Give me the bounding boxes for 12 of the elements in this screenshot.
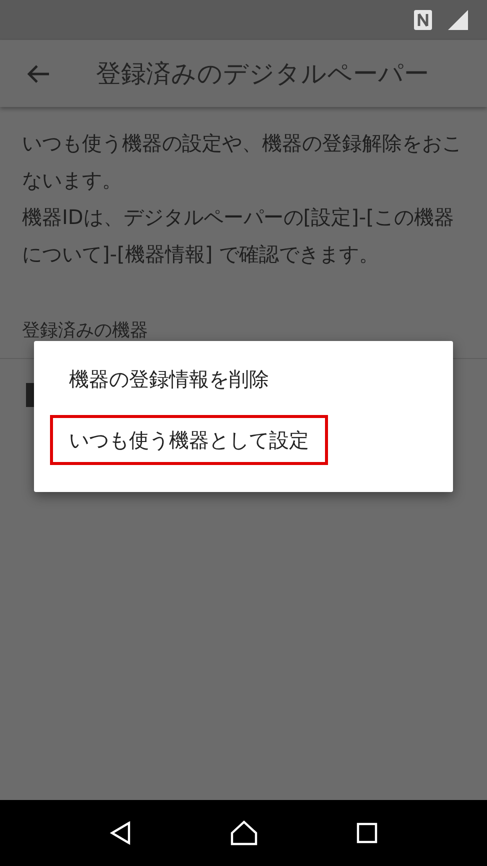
back-arrow-icon[interactable] bbox=[26, 64, 50, 84]
menu-item[interactable]: いつも使う機器として設定 bbox=[50, 415, 328, 465]
menu-item[interactable]: 機器の登録情報を削除 bbox=[50, 354, 288, 404]
section-header: 登録済みの機器 bbox=[21, 319, 149, 343]
description-text: いつも使う機器の設定や、機器の登録解除をおこないます。 bbox=[22, 130, 463, 194]
back-icon[interactable] bbox=[108, 821, 133, 845]
signal-icon bbox=[447, 9, 469, 31]
recents-icon[interactable] bbox=[356, 822, 378, 844]
description-text: 機器IDは、デジタルペーパーの[設定]-[この機器について]-[機器情報] で確認できます。 bbox=[22, 204, 455, 268]
nfc-icon bbox=[413, 9, 433, 31]
screen-title: 登録済みのデジタルペーパー bbox=[96, 58, 429, 90]
home-icon[interactable] bbox=[230, 820, 258, 846]
